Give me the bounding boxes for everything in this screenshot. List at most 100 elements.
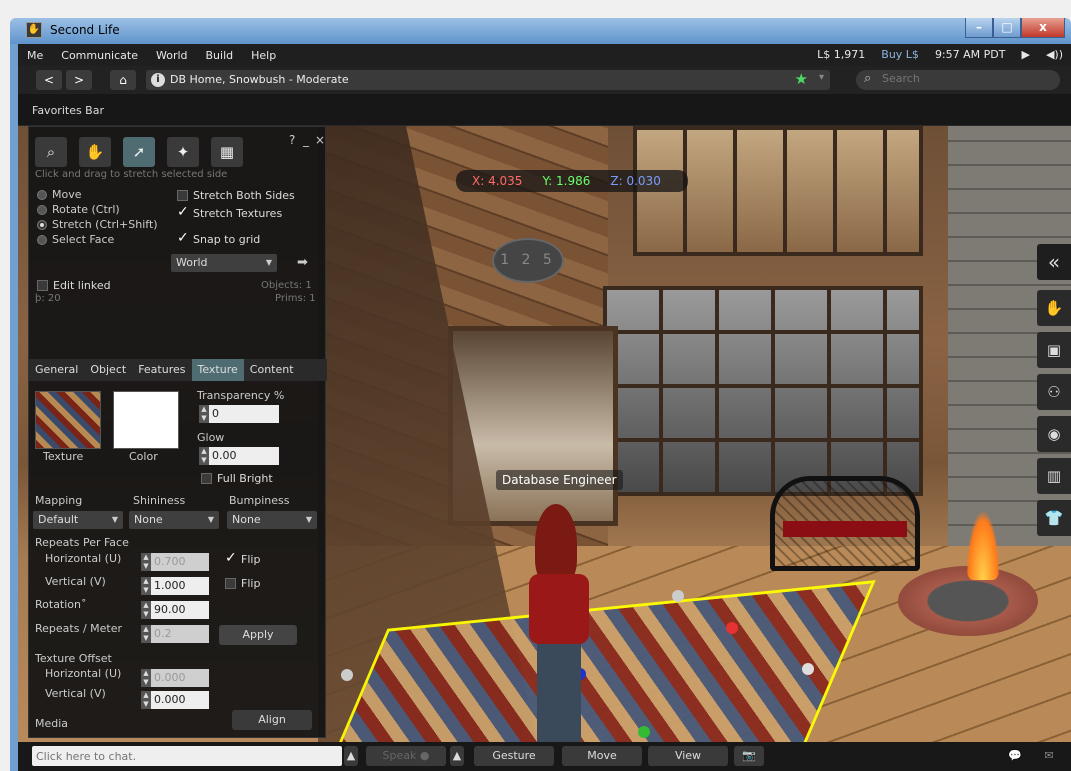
menu-communicate[interactable]: Communicate xyxy=(52,49,147,62)
help-button[interactable]: ? xyxy=(289,133,295,147)
build-floater: ⌕ ✋ ➚ ✦ ▦ ? _ × Click and drag to stretc… xyxy=(28,126,327,738)
maximize-button[interactable]: □ xyxy=(993,18,1021,38)
search-input[interactable] xyxy=(882,72,1052,85)
appearance-icon[interactable]: 👕 xyxy=(1037,500,1071,536)
home-button[interactable]: ⌂ xyxy=(110,70,136,90)
mapping-dropdown[interactable]: Default ▼ xyxy=(33,511,123,529)
forward-button[interactable]: > xyxy=(66,70,92,90)
flip-v-checkbox[interactable]: Flip xyxy=(225,577,260,590)
snap-to-grid-checkbox[interactable]: ✓ Snap to grid xyxy=(177,231,260,246)
play-media-icon[interactable]: ▶ xyxy=(1021,48,1029,61)
offset-v-spinner[interactable]: ▲ ▼ 0.000 xyxy=(141,691,209,709)
chevron-down-icon: ▼ xyxy=(305,515,312,524)
horizontal-u-spinner[interactable]: ▲ ▼ 0.700 xyxy=(141,553,209,571)
person-icon[interactable]: ▣ xyxy=(1037,332,1071,368)
gesture-button[interactable]: Gesture xyxy=(474,746,554,766)
grid-ruler-dropdown[interactable]: World ▼ xyxy=(171,254,277,272)
mode-rotate[interactable]: Rotate (Ctrl) xyxy=(37,203,120,216)
texture-swatch-label: Texture xyxy=(43,450,84,463)
speak-options-arrow-icon[interactable]: ▲ xyxy=(450,746,464,766)
view-button[interactable]: View xyxy=(648,746,728,766)
bumpiness-dropdown[interactable]: None ▼ xyxy=(227,511,317,529)
mode-move[interactable]: Move xyxy=(37,188,82,201)
vertical-v-label: Vertical (V) xyxy=(45,575,106,588)
glow-label: Glow xyxy=(197,431,225,444)
back-button[interactable]: < xyxy=(36,70,62,90)
window-controls: – □ x xyxy=(965,18,1065,38)
mode-select-face[interactable]: Select Face xyxy=(37,233,114,246)
edit-tool-icon[interactable]: ➚ xyxy=(123,137,155,167)
snapshot-camera-icon[interactable]: 📷 xyxy=(734,746,764,766)
create-tool-icon[interactable]: ✦ xyxy=(167,137,199,167)
balance[interactable]: L$ 1,971 xyxy=(817,48,865,61)
stretch-handle-green[interactable] xyxy=(638,726,650,738)
avatar[interactable] xyxy=(523,504,603,742)
chat-box[interactable] xyxy=(32,746,342,766)
clock: 9:57 AM PDT xyxy=(934,48,1006,61)
stretch-handle[interactable] xyxy=(802,663,814,675)
vertical-v-spinner[interactable]: ▲ ▼ 1.000 xyxy=(141,577,209,595)
stretch-handle-red[interactable] xyxy=(726,622,738,634)
tab-general[interactable]: General xyxy=(29,359,84,381)
transparency-spinner[interactable]: ▲ ▼ 0 xyxy=(199,405,279,423)
favorite-star-icon[interactable]: ★ xyxy=(795,70,808,88)
location-text[interactable]: DB Home, Snowbush - Moderate xyxy=(170,73,349,86)
tab-features[interactable]: Features xyxy=(132,359,191,381)
color-swatch[interactable] xyxy=(113,391,179,449)
align-button[interactable]: Align xyxy=(232,710,312,730)
chat-history-arrow-icon[interactable]: ▲ xyxy=(344,746,358,766)
title-bar[interactable]: ✋ Second Life – □ x xyxy=(10,18,1071,44)
stretch-textures-checkbox[interactable]: ✓ Stretch Textures xyxy=(177,205,282,220)
info-icon[interactable]: i xyxy=(151,73,165,87)
location-bar[interactable]: i DB Home, Snowbush - Moderate ★ ▾ xyxy=(146,70,830,90)
close-button[interactable]: x xyxy=(1021,18,1065,38)
notifications-envelope-icon[interactable]: ✉ xyxy=(1036,746,1062,766)
volume-icon[interactable]: ◀)) xyxy=(1046,48,1063,61)
shininess-dropdown[interactable]: None ▼ xyxy=(129,511,219,529)
minimize-floater-button[interactable]: _ xyxy=(303,133,309,147)
chevron-down-icon: ▼ xyxy=(265,258,272,267)
edit-linked-checkbox[interactable]: Edit linked xyxy=(37,279,111,292)
tab-content[interactable]: Content xyxy=(244,359,300,381)
move-tool-icon[interactable]: ✋ xyxy=(79,137,111,167)
move-button[interactable]: Move xyxy=(562,746,642,766)
repeats-meter-spinner[interactable]: ▲ ▼ 0.2 xyxy=(141,625,209,643)
y-coordinate: Y: 1.986 xyxy=(542,174,591,188)
horizontal-u-label: Horizontal (U) xyxy=(45,552,122,565)
people-icon[interactable]: ⚇ xyxy=(1037,374,1071,410)
buy-currency-link[interactable]: Buy L$ xyxy=(881,48,919,61)
offset-u-spinner[interactable]: ▲ ▼ 0.000 xyxy=(141,669,209,687)
grid-options-arrow-icon[interactable]: ➡ xyxy=(297,255,308,270)
stretch-handle[interactable] xyxy=(672,590,684,602)
focus-tool-icon[interactable]: ⌕ xyxy=(35,137,67,167)
sidebar-collapse-button[interactable]: « xyxy=(1037,244,1071,280)
places-icon[interactable]: ◉ xyxy=(1037,416,1071,452)
chat-input[interactable] xyxy=(32,746,342,766)
search-box[interactable]: ⌕ xyxy=(856,70,1060,90)
bench[interactable] xyxy=(770,476,920,571)
close-floater-button[interactable]: × xyxy=(315,133,325,147)
menu-help[interactable]: Help xyxy=(242,49,285,62)
flip-u-checkbox[interactable]: ✓ Flip xyxy=(225,551,260,566)
menu-build[interactable]: Build xyxy=(197,49,243,62)
chat-bubble-icon[interactable]: 💬 xyxy=(1002,746,1028,766)
apply-button[interactable]: Apply xyxy=(219,625,297,645)
glow-spinner[interactable]: ▲ ▼ 0.00 xyxy=(199,447,279,465)
menu-me[interactable]: Me xyxy=(18,49,52,62)
inventory-icon[interactable]: ▥ xyxy=(1037,458,1071,494)
tab-object[interactable]: Object xyxy=(84,359,132,381)
menu-world[interactable]: World xyxy=(147,49,197,62)
hand-icon[interactable]: ✋ xyxy=(1037,290,1071,326)
rotation-spinner[interactable]: ▲ ▼ 90.00 xyxy=(141,601,209,619)
full-bright-checkbox[interactable]: Full Bright xyxy=(201,472,273,485)
stretch-both-sides-checkbox[interactable]: Stretch Both Sides xyxy=(177,189,295,202)
chevron-down-icon[interactable]: ▾ xyxy=(819,72,824,83)
tab-texture[interactable]: Texture xyxy=(191,359,244,381)
land-tool-icon[interactable]: ▦ xyxy=(211,137,243,167)
texture-swatch[interactable] xyxy=(35,391,101,449)
mode-stretch[interactable]: Stretch (Ctrl+Shift) xyxy=(37,218,158,231)
bumpiness-label: Bumpiness xyxy=(229,494,290,507)
stretch-handle[interactable] xyxy=(341,669,353,681)
minimize-button[interactable]: – xyxy=(965,18,993,38)
speak-button[interactable]: Speak ● xyxy=(366,746,446,766)
